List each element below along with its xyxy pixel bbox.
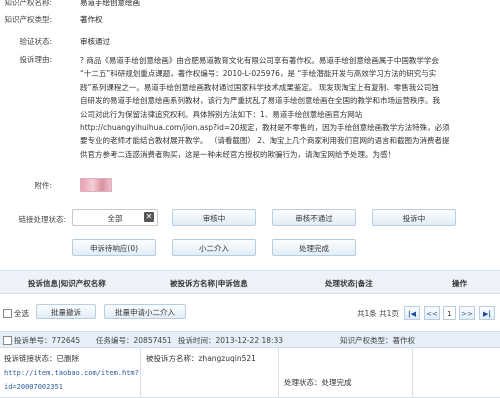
- reason-line: 践”系列课程之一。易道手绘创意绘画教材通过国家科学技术成果鉴定。 现发现淘宝上有…: [80, 82, 439, 92]
- reason-line: 要专业的老师才能结合教材展开教学。 （请看截图） 2、淘宝上几个商家利用我们官网…: [80, 136, 450, 146]
- header-complaint-info: 投诉信息|知识产权名称: [28, 279, 106, 288]
- reason-line: http://chuangyihuihua.com/jion.asp?id=20…: [80, 123, 450, 133]
- page-info: 共1条 共1页: [357, 309, 399, 318]
- filter-label: 链接处理状态:: [18, 215, 66, 224]
- status-value: 审核通过: [80, 37, 110, 46]
- respondent-name: 被投诉方名称：zhangzuqin521: [146, 354, 256, 363]
- filter-reviewing-button[interactable]: 审核中: [172, 209, 256, 226]
- record-ip-type: 知识产权类型：著作权: [340, 336, 415, 345]
- status-label: 验证状态:: [19, 37, 52, 46]
- filter-done-button[interactable]: 处理完成: [272, 239, 356, 256]
- select-all-label: 全选: [14, 309, 29, 318]
- process-status: 处理状态：处理完成: [284, 378, 352, 387]
- record-header: 投诉单号：772645 任务编号：20857451 投诉时间：2013-12-2…: [0, 331, 500, 348]
- header-respondent-info: 被投诉方名称|申诉信息: [170, 279, 248, 288]
- table-header: 投诉信息|知识产权名称 被投诉方名称|申诉信息 处理状态|备注 操作: [0, 270, 500, 294]
- batch-escalate-button[interactable]: 批量申请小二介入: [104, 304, 186, 319]
- reason-line: 自研发的易道手绘创意绘画系列教材，该行为严重扰乱了易道手绘创意绘画在全国的教学和…: [80, 96, 440, 106]
- filter-selected-value: 全部: [107, 214, 123, 223]
- column-divider: [412, 348, 413, 398]
- first-page-button[interactable]: |◀: [404, 306, 420, 320]
- prev-page-button[interactable]: <<: [424, 306, 440, 320]
- filter-pending-appeal-button[interactable]: 申诉待响应(0): [72, 239, 156, 256]
- ip-type-value: 著作权: [80, 15, 103, 24]
- link-status: 投诉链接状态：已删除: [4, 354, 79, 363]
- reason-line: “十二五”科研规划重点课题，著作权编号：2010-L-025976，是 “手绘潜…: [80, 69, 437, 79]
- batch-withdraw-button[interactable]: 批量撤诉: [36, 304, 96, 319]
- last-page-button[interactable]: ▶|: [479, 306, 495, 320]
- task-number: 任务编号：20857451: [96, 336, 172, 345]
- reason-line: 供官方参考二连惑消费者购买，这是一种未经官方授权的欺骗行为，请淘宝网给予处理。为…: [80, 149, 395, 159]
- complaint-number: 投诉单号：772645: [14, 336, 81, 345]
- item-link-id[interactable]: id=20007002351: [4, 383, 63, 391]
- reason-label: 投诉理由:: [19, 55, 52, 64]
- filter-escalated-button[interactable]: 小二介入: [172, 239, 256, 256]
- reason-line: ? 商品《易道手绘创意绘画》由合肥易道教育文化有限公司享有著作权。易道手绘创意绘…: [80, 56, 439, 65]
- current-page[interactable]: 1: [443, 306, 456, 320]
- ip-name-label: 知识产权名称:: [4, 0, 52, 7]
- next-page-button[interactable]: >>: [459, 306, 475, 320]
- filter-complaining-button[interactable]: 投诉中: [372, 209, 456, 226]
- record-checkbox[interactable]: [3, 336, 12, 345]
- header-status-remark: 处理状态|备注: [325, 279, 373, 288]
- ip-name-value: 易道手绘创意绘画: [80, 0, 140, 7]
- close-icon[interactable]: ✕: [144, 212, 154, 222]
- header-actions: 操作: [452, 279, 467, 288]
- reason-line: 公司对此行为保留法律追究权利。具体辨别方法如下：1、易道手绘创意绘画官方网站: [80, 109, 363, 119]
- select-all-checkbox[interactable]: [3, 309, 12, 318]
- column-divider: [278, 348, 279, 398]
- complaint-time: 投诉时间：2013-12-22 18:33: [178, 336, 284, 345]
- attachment-thumbnail[interactable]: [80, 178, 112, 192]
- filter-rejected-button[interactable]: 审核不通过: [272, 209, 356, 226]
- complaint-reason: ? 商品《易道手绘创意绘画》由合肥易道教育文化有限公司享有著作权。易道手绘创意绘…: [80, 54, 495, 161]
- attachment-label: 附件:: [34, 181, 52, 190]
- item-link[interactable]: http://item.taobao.com/item.htm?: [4, 369, 139, 377]
- column-divider: [140, 348, 141, 398]
- ip-type-label: 知识产权类型:: [4, 15, 52, 24]
